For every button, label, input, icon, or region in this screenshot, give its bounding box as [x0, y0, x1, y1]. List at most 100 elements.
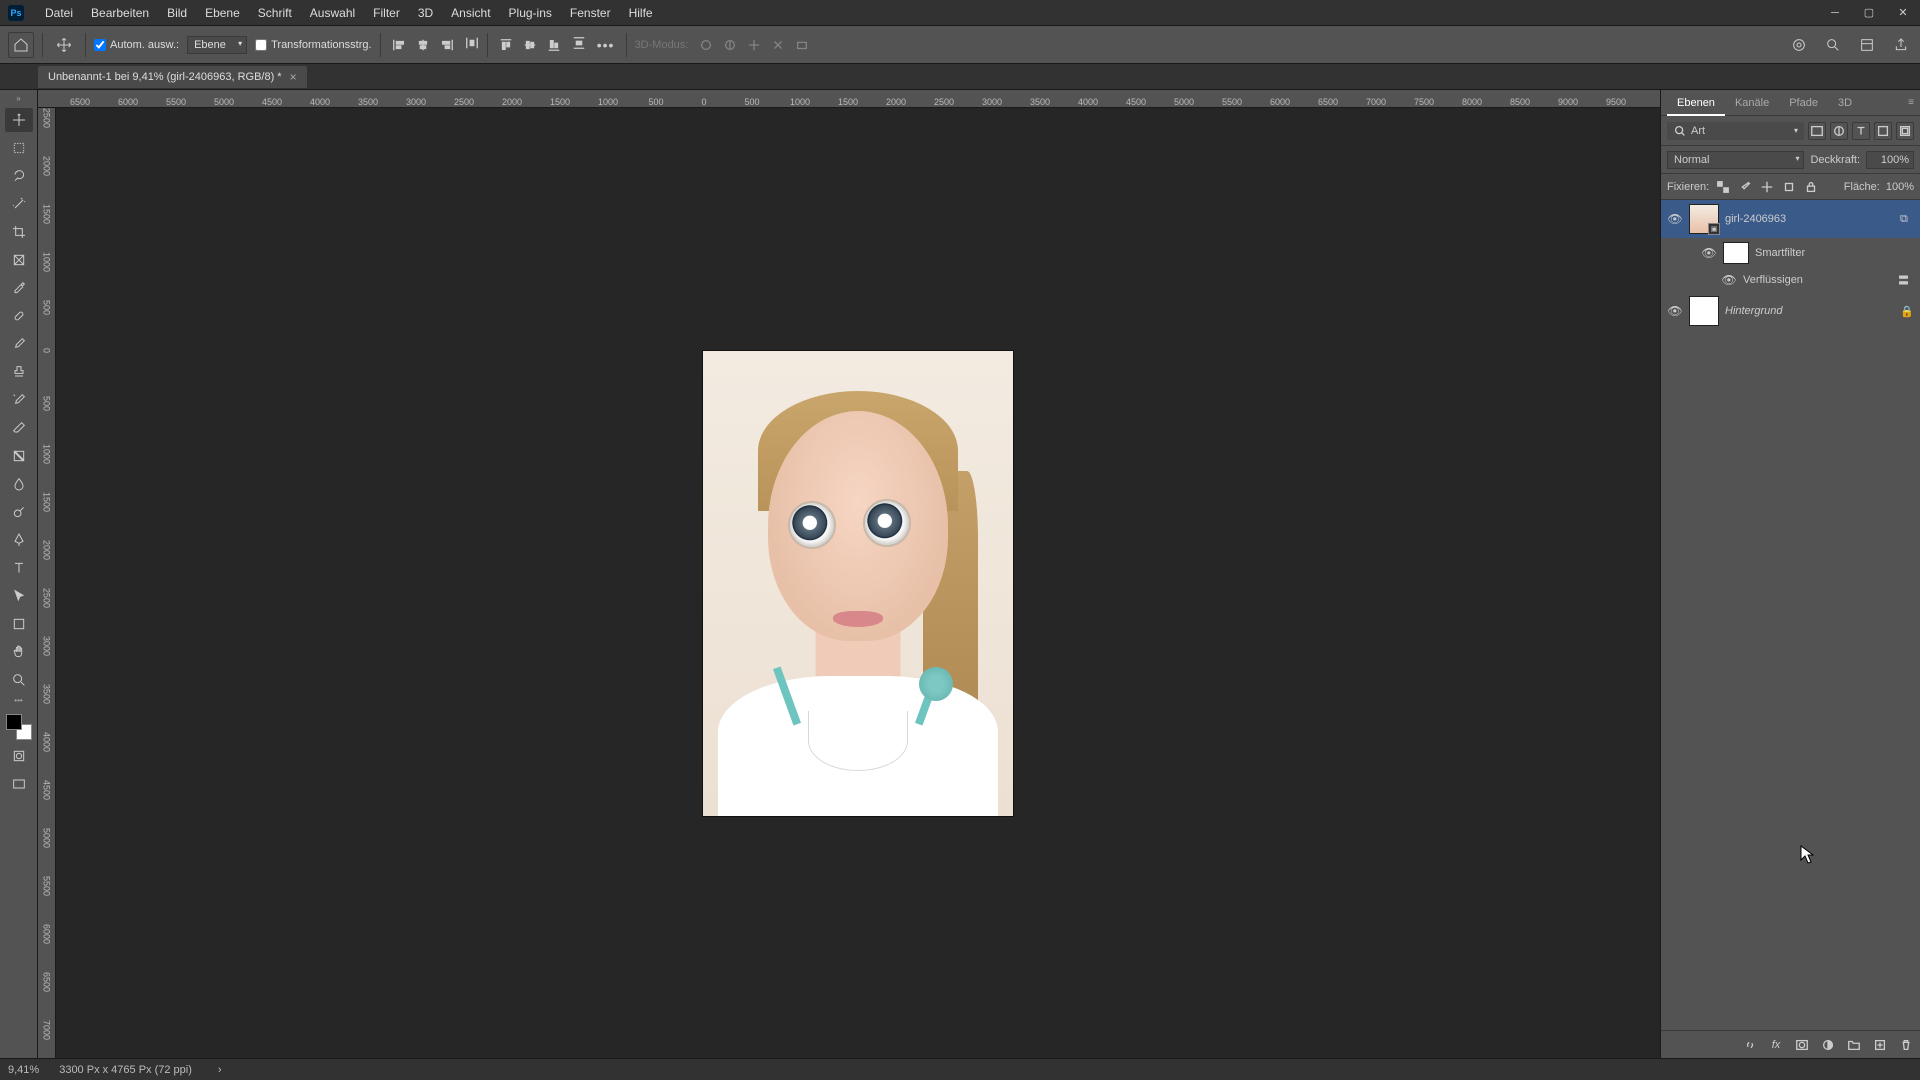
eraser-tool[interactable]: [5, 416, 33, 440]
quick-mask-button[interactable]: [5, 744, 33, 768]
align-top-button[interactable]: [496, 35, 516, 55]
layer-thumbnail[interactable]: [1689, 296, 1719, 326]
menu-3d[interactable]: 3D: [409, 0, 442, 26]
lock-pixels-button[interactable]: [1737, 179, 1753, 195]
align-center-h-button[interactable]: [413, 35, 433, 55]
menu-auswahl[interactable]: Auswahl: [301, 0, 364, 26]
layer-row-smartfilter[interactable]: 👁 Smartfilter: [1661, 238, 1920, 268]
layer-row-liquify-filter[interactable]: 👁 Verflüssigen 〓: [1661, 268, 1920, 292]
menu-fenster[interactable]: Fenster: [561, 0, 620, 26]
window-close-button[interactable]: ✕: [1886, 0, 1920, 26]
screen-mode-button[interactable]: [5, 772, 33, 796]
lock-position-button[interactable]: [1759, 179, 1775, 195]
menu-datei[interactable]: Datei: [36, 0, 82, 26]
document-image[interactable]: [703, 351, 1013, 816]
menu-bearbeiten[interactable]: Bearbeiten: [82, 0, 158, 26]
menu-ansicht[interactable]: Ansicht: [442, 0, 499, 26]
blur-tool[interactable]: [5, 472, 33, 496]
frame-tool[interactable]: [5, 248, 33, 272]
layer-mask-button[interactable]: [1794, 1037, 1810, 1053]
crop-tool[interactable]: [5, 220, 33, 244]
layer-group-button[interactable]: [1846, 1037, 1862, 1053]
filter-pixel-button[interactable]: [1808, 122, 1826, 140]
fill-input[interactable]: 100%: [1886, 181, 1914, 193]
filter-name[interactable]: Verflüssigen: [1743, 274, 1892, 286]
layer-row-background[interactable]: 👁 Hintergrund 🔒: [1661, 292, 1920, 330]
move-tool[interactable]: [5, 108, 33, 132]
tab-pfade[interactable]: Pfade: [1779, 90, 1828, 116]
edit-toolbar-button[interactable]: •••: [14, 696, 22, 706]
delete-layer-button[interactable]: [1898, 1037, 1914, 1053]
menu-bild[interactable]: Bild: [158, 0, 196, 26]
foreground-color[interactable]: [6, 714, 22, 730]
path-select-tool[interactable]: [5, 584, 33, 608]
panel-menu-button[interactable]: ≡: [1902, 97, 1920, 108]
layer-thumbnail[interactable]: ▣: [1689, 204, 1719, 234]
lasso-tool[interactable]: [5, 164, 33, 188]
tools-collapse-toggle[interactable]: »: [16, 94, 20, 104]
layer-visibility-toggle[interactable]: 👁: [1667, 304, 1683, 318]
ruler-horizontal[interactable]: 6500600055005000450040003500300025002000…: [38, 90, 1660, 108]
marquee-tool[interactable]: [5, 136, 33, 160]
filter-blending-options-icon[interactable]: 〓: [1898, 272, 1914, 288]
layer-fx-button[interactable]: fx: [1768, 1037, 1784, 1053]
healing-tool[interactable]: [5, 304, 33, 328]
magic-wand-tool[interactable]: [5, 192, 33, 216]
pen-tool[interactable]: [5, 528, 33, 552]
align-left-button[interactable]: [389, 35, 409, 55]
status-info-chevron[interactable]: ›: [218, 1064, 222, 1076]
transform-controls-checkbox[interactable]: Transformationsstrg.: [255, 39, 371, 51]
share-button[interactable]: [1890, 34, 1912, 56]
text-tool[interactable]: [5, 556, 33, 580]
layer-row-girl[interactable]: 👁 ▣ girl-2406963 ⧉: [1661, 200, 1920, 238]
layer-filter-type-dropdown[interactable]: Art ▾: [1667, 122, 1804, 140]
search-button[interactable]: [1822, 34, 1844, 56]
auto-select-check-input[interactable]: [94, 39, 106, 51]
filter-adjustment-button[interactable]: [1830, 122, 1848, 140]
tab-kanaele[interactable]: Kanäle: [1725, 90, 1779, 116]
history-brush-tool[interactable]: [5, 388, 33, 412]
ruler-vertical[interactable]: 2500200015001000500050010001500200025003…: [38, 108, 56, 1058]
opacity-input[interactable]: 100%: [1866, 151, 1914, 169]
window-minimize-button[interactable]: ─: [1818, 0, 1852, 26]
filter-smart-button[interactable]: [1896, 122, 1914, 140]
tab-3d[interactable]: 3D: [1828, 90, 1862, 116]
canvas[interactable]: [56, 108, 1660, 1058]
lock-artboard-button[interactable]: [1781, 179, 1797, 195]
tab-ebenen[interactable]: Ebenen: [1667, 90, 1725, 116]
auto-select-target-dropdown[interactable]: Ebene: [187, 36, 247, 54]
filter-shape-button[interactable]: [1874, 122, 1892, 140]
align-bottom-button[interactable]: [544, 35, 564, 55]
filter-visibility-toggle[interactable]: 👁: [1721, 273, 1737, 287]
filter-text-button[interactable]: [1852, 122, 1870, 140]
gradient-tool[interactable]: [5, 444, 33, 468]
transform-controls-check-input[interactable]: [255, 39, 267, 51]
align-center-v-button[interactable]: [520, 35, 540, 55]
more-align-button[interactable]: •••: [594, 37, 618, 53]
color-swatches[interactable]: [6, 714, 32, 740]
document-tab-close[interactable]: ×: [290, 66, 297, 88]
layer-name[interactable]: Hintergrund: [1725, 305, 1894, 317]
menu-plugins[interactable]: Plug-ins: [500, 0, 561, 26]
layer-locked-icon[interactable]: 🔒: [1900, 305, 1914, 318]
eyedropper-tool[interactable]: [5, 276, 33, 300]
layer-visibility-toggle[interactable]: 👁: [1701, 246, 1717, 260]
layer-visibility-toggle[interactable]: 👁: [1667, 212, 1683, 226]
document-tab[interactable]: Unbenannt-1 bei 9,41% (girl-2406963, RGB…: [38, 66, 307, 88]
align-right-button[interactable]: [437, 35, 457, 55]
menu-hilfe[interactable]: Hilfe: [620, 0, 662, 26]
adjustment-layer-button[interactable]: [1820, 1037, 1836, 1053]
lock-all-button[interactable]: [1803, 179, 1819, 195]
window-maximize-button[interactable]: ▢: [1852, 0, 1886, 26]
dodge-tool[interactable]: [5, 500, 33, 524]
lock-transparency-button[interactable]: [1715, 179, 1731, 195]
menu-filter[interactable]: Filter: [364, 0, 409, 26]
distribute-h-button[interactable]: [465, 36, 479, 53]
shape-tool[interactable]: [5, 612, 33, 636]
layer-name[interactable]: girl-2406963: [1725, 213, 1894, 225]
menu-ebene[interactable]: Ebene: [196, 0, 249, 26]
clone-tool[interactable]: [5, 360, 33, 384]
new-layer-button[interactable]: [1872, 1037, 1888, 1053]
status-doc-info[interactable]: 3300 Px x 4765 Px (72 ppi): [59, 1064, 192, 1076]
brush-tool[interactable]: [5, 332, 33, 356]
